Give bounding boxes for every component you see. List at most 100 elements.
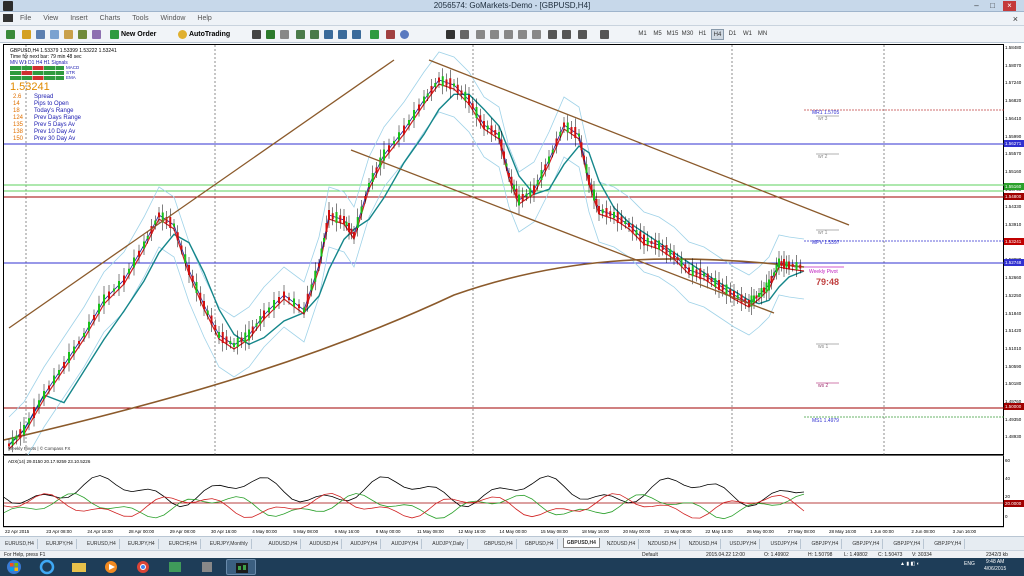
tray-time[interactable]: 9:48 AM	[986, 559, 1004, 565]
channel-icon[interactable]	[518, 29, 527, 39]
vertical-line-icon[interactable]	[476, 29, 485, 39]
menu-help[interactable]: Help	[192, 12, 216, 26]
chart-tab[interactable]: GBPUSD,H4	[522, 539, 558, 549]
chart-tab[interactable]: EURUSD,H4	[84, 539, 120, 549]
chart-tab[interactable]: GBPJPY,H4	[890, 539, 925, 549]
candle-body	[210, 315, 213, 325]
chart-tab[interactable]: GBPJPY,H4	[808, 539, 843, 549]
chart-tab[interactable]: GBPUSD,H4	[562, 538, 600, 548]
menu-file[interactable]: File	[15, 12, 36, 26]
timeframe-d1[interactable]: D1	[726, 29, 739, 40]
minimize-button[interactable]: –	[970, 1, 983, 11]
autotrading-button[interactable]: AutoTrading	[178, 29, 230, 40]
strategy-tester-icon[interactable]	[92, 29, 101, 39]
chart-tab[interactable]: EURUSD,H4	[2, 539, 38, 549]
stat-value: 18	[13, 108, 20, 114]
time-tick: 8 May 00:00	[375, 529, 401, 534]
candlesticks-icon[interactable]	[266, 29, 275, 39]
timeframe-mn[interactable]: MN	[756, 29, 769, 40]
adx-indicator-pane[interactable]: ADX(14) 29.0150 20.17.9259 23.10.5226	[3, 455, 1005, 527]
menu-charts[interactable]: Charts	[95, 12, 126, 26]
fibonacci-icon[interactable]	[532, 29, 541, 39]
new-chart-icon[interactable]	[6, 29, 15, 39]
new-order-button[interactable]: New Order	[110, 29, 156, 40]
maximize-button[interactable]: □	[986, 1, 999, 11]
periods-icon[interactable]	[386, 29, 395, 39]
candle-body	[778, 258, 780, 268]
taskbar-calculator[interactable]	[192, 559, 222, 575]
arrows-icon[interactable]	[578, 29, 587, 39]
taskbar-metatrader[interactable]	[226, 559, 256, 575]
start-button[interactable]	[2, 559, 26, 575]
close-button[interactable]: ×	[1003, 1, 1016, 11]
line-chart-icon[interactable]	[280, 29, 289, 39]
taskbar-explorer[interactable]	[64, 559, 94, 575]
chart-tab[interactable]: EURJPY,H4	[43, 539, 77, 549]
price-tick: 1.48930	[1005, 434, 1022, 440]
price-scale[interactable]: 1.58480 1.58070 1.57240 1.56820 1.56410 1.559…	[1004, 44, 1024, 527]
chart-tab[interactable]: EURJPY,Monthly	[207, 539, 252, 549]
chart-tab[interactable]: GBPJPY,H4	[931, 539, 966, 549]
taskbar-ie[interactable]	[32, 559, 62, 575]
market-watch-icon[interactable]	[36, 29, 45, 39]
open-icon[interactable]	[22, 29, 31, 39]
horizontal-line-icon[interactable]	[490, 29, 499, 39]
chart-tab[interactable]: USDJPY,H4	[768, 539, 802, 549]
indicators-icon[interactable]	[370, 29, 379, 39]
taskbar-chrome[interactable]	[128, 559, 158, 575]
menu-tools[interactable]: Tools	[127, 12, 153, 26]
taskbar-excel[interactable]	[160, 559, 190, 575]
menu-window[interactable]: Window	[156, 12, 191, 26]
navigator-icon[interactable]	[64, 29, 73, 39]
terminal-icon[interactable]	[78, 29, 87, 39]
tray-language[interactable]: ENG	[964, 561, 975, 567]
timeframe-w1[interactable]: W1	[741, 29, 754, 40]
chart-tab[interactable]: EURCHF,H4	[166, 539, 201, 549]
label-icon[interactable]	[562, 29, 571, 39]
chart-tab[interactable]: AUDUSD,H4	[265, 539, 302, 549]
crosshair-icon[interactable]	[460, 29, 469, 39]
tray-icons[interactable]: ▲ ▮ ◧ ◐	[900, 561, 920, 567]
chart-tab[interactable]: NZDUSD,H4	[686, 539, 722, 549]
timeframe-h4[interactable]: H4	[711, 29, 724, 40]
menu-insert[interactable]: Insert	[65, 12, 93, 26]
zoom-in-icon[interactable]	[296, 29, 305, 39]
chart-tab[interactable]: GBPUSD,H4	[481, 539, 517, 549]
data-window-icon[interactable]	[50, 29, 59, 39]
chart-tab[interactable]: USDJPY,H4	[727, 539, 761, 549]
minus-di-line	[4, 492, 805, 519]
text-icon[interactable]	[548, 29, 557, 39]
price-chart[interactable]: GBPUSD,H4 1.53379 1.53399 1.53222 1.5324…	[3, 44, 1005, 456]
trendline-icon[interactable]	[504, 29, 513, 39]
close-chart-icon[interactable]: ×	[1013, 14, 1018, 24]
bar-chart-icon[interactable]	[252, 29, 261, 39]
tile-windows-icon[interactable]	[324, 29, 333, 39]
chart-tab[interactable]: AUDUSD,H4	[306, 539, 343, 549]
timeframe-m30[interactable]: M30	[681, 29, 694, 40]
zoom-out-icon[interactable]	[310, 29, 319, 39]
chart-tab[interactable]: NZDUSD,H4	[604, 539, 640, 549]
candle-body	[513, 185, 515, 190]
chart-tab[interactable]: GBPJPY,H4	[849, 539, 884, 549]
time-tick: 22 May 16:00	[705, 529, 733, 534]
timeframe-m5[interactable]: M5	[651, 29, 664, 40]
timeframe-m15[interactable]: M15	[666, 29, 679, 40]
chart-shift-icon[interactable]	[352, 29, 361, 39]
stat-label: Spread	[34, 94, 54, 100]
timeframe-h1[interactable]: H1	[696, 29, 709, 40]
tray-date[interactable]: 4/06/2015	[984, 566, 1006, 572]
chart-tab[interactable]: AUDJPY,Daily	[429, 539, 468, 549]
menu-view[interactable]: View	[38, 12, 63, 26]
taskbar-media[interactable]	[96, 559, 126, 575]
cursor-icon[interactable]	[446, 29, 455, 39]
templates-icon[interactable]	[400, 29, 409, 39]
chart-tab[interactable]: NZDUSD,H4	[645, 539, 681, 549]
chart-tab[interactable]: AUDJPY,H4	[388, 539, 423, 549]
candle-body	[191, 275, 194, 282]
timeframe-m1[interactable]: M1	[636, 29, 649, 40]
chart-tab[interactable]: EURJPY,H4	[125, 539, 159, 549]
chart-tab[interactable]: AUDJPY,H4	[347, 539, 382, 549]
draw-tools-icon[interactable]	[600, 29, 609, 39]
autoscroll-icon[interactable]	[338, 29, 347, 39]
candle-body	[403, 125, 405, 135]
